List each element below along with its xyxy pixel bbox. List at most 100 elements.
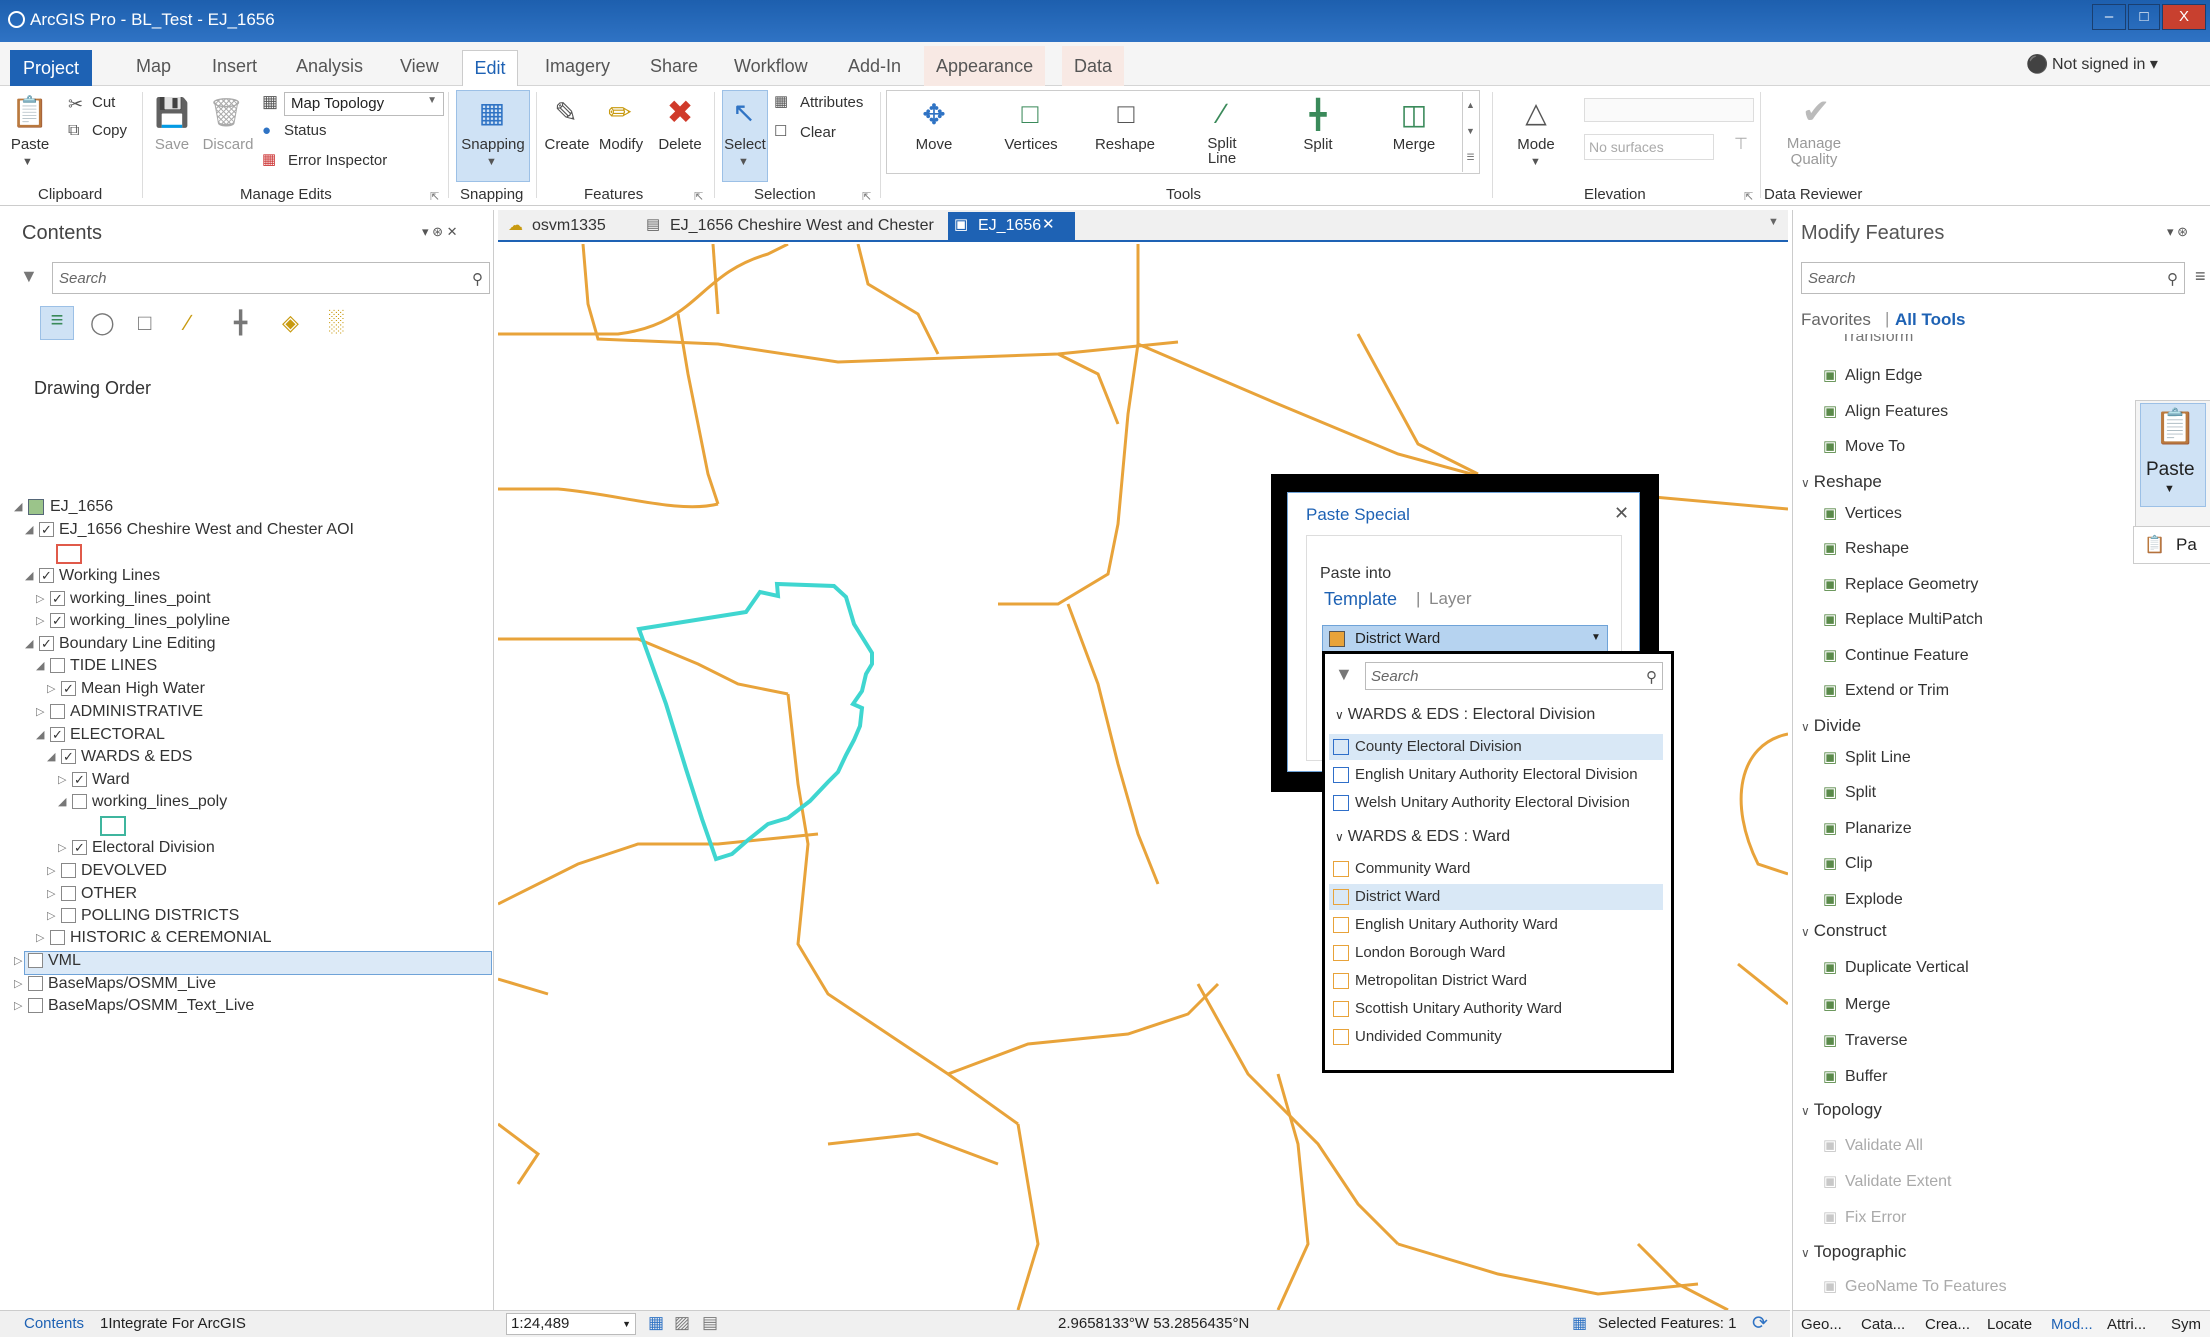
tool-item[interactable]: ▣ Align Features	[1823, 402, 1948, 421]
layer-tree-item[interactable]: ▷ DEVOLVED	[47, 862, 167, 880]
tab-create[interactable]: Crea...	[1925, 1316, 1970, 1333]
charts-view-icon[interactable]: ░	[328, 308, 344, 334]
clear-button[interactable]: Clear	[800, 124, 836, 141]
template-select[interactable]: District Ward ▼	[1322, 625, 1608, 653]
expand-down-icon[interactable]: ◢	[14, 500, 28, 513]
layer-visibility-checkbox[interactable]	[61, 863, 76, 879]
paste-menu-item[interactable]: Pa	[2176, 535, 2197, 555]
tab-locate[interactable]: Locate	[1987, 1316, 2032, 1333]
modify-button[interactable]: Modify	[596, 136, 646, 153]
template-item[interactable]: Metropolitan District Ward	[1329, 968, 1663, 994]
expand-right-icon[interactable]: ▷	[47, 864, 61, 877]
manage-quality-button[interactable]: Manage Quality	[1776, 136, 1852, 168]
layer-tab[interactable]: Layer	[1429, 589, 1472, 609]
tab-symbology[interactable]: Sym	[2171, 1316, 2201, 1333]
template-group-header[interactable]: ∨ WARDS & EDS : Ward	[1335, 828, 1510, 846]
tool-item[interactable]: ▣ Vertices	[1823, 504, 1902, 523]
template-item[interactable]: English Unitary Authority Ward	[1329, 912, 1663, 938]
expand-down-icon[interactable]: ◢	[25, 523, 39, 536]
reshape-tool[interactable]: Reshape	[1090, 136, 1160, 153]
dropdown-search-input[interactable]: Search ⚲	[1365, 662, 1663, 690]
template-item[interactable]: District Ward	[1329, 884, 1663, 910]
minimize-button[interactable]: –	[2092, 4, 2126, 30]
snapping-view-icon[interactable]: ╋	[234, 310, 247, 336]
tab-workflow[interactable]: Workflow	[734, 56, 808, 77]
tab-overflow-icon[interactable]: ▼	[1768, 216, 1779, 228]
close-button[interactable]: X	[2162, 4, 2206, 30]
tool-item[interactable]: ▣ Reshape	[1823, 539, 1909, 558]
move-tool[interactable]: Move	[904, 136, 964, 153]
selection-view-icon[interactable]: □	[138, 310, 151, 336]
layer-visibility-checkbox[interactable]: ✓	[50, 591, 65, 607]
dialog-launcher-icon[interactable]: ⇱	[694, 190, 703, 203]
tab-data[interactable]: Data	[1062, 46, 1125, 86]
pane-options-icon[interactable]: ▾ ⊛	[2167, 224, 2188, 240]
tool-item[interactable]: ▣ Duplicate Vertical	[1823, 958, 1969, 977]
layer-visibility-checkbox[interactable]: ✓	[72, 772, 87, 788]
layer-tree-item[interactable]: ▷ OTHER	[47, 885, 137, 903]
expand-right-icon[interactable]: ▷	[58, 773, 72, 786]
layer-visibility-checkbox[interactable]	[61, 886, 76, 902]
close-tab-icon[interactable]: ✕	[1042, 215, 1055, 233]
tool-group-header[interactable]: ∨ Construct	[1801, 921, 1887, 941]
scale-select[interactable]: 1:24,489 ▼	[506, 1313, 636, 1335]
layer-visibility-checkbox[interactable]: ✓	[50, 727, 65, 743]
expand-right-icon[interactable]: ▷	[14, 999, 28, 1012]
selected-features-count[interactable]: Selected Features: 1	[1598, 1315, 1736, 1332]
expand-down-icon[interactable]: ◢	[25, 569, 39, 582]
rotation-icon[interactable]: ▨	[674, 1313, 690, 1333]
tool-item[interactable]: ▣ Align Edge	[1823, 366, 1922, 385]
tab-project[interactable]: Project	[10, 50, 92, 86]
expand-right-icon[interactable]: ▷	[14, 954, 28, 967]
template-item[interactable]: County Electoral Division	[1329, 734, 1663, 760]
save-button[interactable]: Save	[154, 136, 190, 153]
vertices-tool[interactable]: Vertices	[996, 136, 1066, 153]
template-item[interactable]: Welsh Unitary Authority Electoral Divisi…	[1329, 790, 1663, 816]
expand-down-icon[interactable]: ◢	[25, 637, 39, 650]
tool-item[interactable]: ▣ Planarize	[1823, 819, 1912, 838]
tool-group-header[interactable]: ∨ Topology	[1801, 1100, 1882, 1120]
tool-group-header[interactable]: ∨ Divide	[1801, 716, 1861, 736]
gallery-scroll[interactable]: ▲ ▼ ☰	[1462, 92, 1478, 172]
mode-button[interactable]: Mode	[1508, 136, 1564, 153]
tab-insert[interactable]: Insert	[212, 56, 257, 77]
all-tools-tab[interactable]: All Tools	[1895, 310, 1966, 330]
expand-right-icon[interactable]: ▷	[36, 592, 50, 605]
tool-item[interactable]: ▣ Explode	[1823, 890, 1903, 909]
error-inspector-button[interactable]: Error Inspector	[288, 152, 387, 169]
paste-dropdown-icon[interactable]: ▼	[22, 156, 33, 168]
tab-view[interactable]: View	[400, 56, 439, 77]
split-tool[interactable]: Split	[1288, 136, 1348, 153]
favorites-tab[interactable]: Favorites	[1801, 310, 1871, 330]
filter-icon[interactable]: ▼	[1335, 664, 1353, 685]
tool-item[interactable]: ▣ Extend or Trim	[1823, 681, 1949, 700]
template-item[interactable]: Scottish Unitary Authority Ward	[1329, 996, 1663, 1022]
tab-geoprocessing[interactable]: Geo...	[1801, 1316, 1842, 1333]
tab-edit[interactable]: Edit	[462, 50, 518, 87]
filter-icon[interactable]: ▼	[20, 266, 38, 287]
dialog-close-icon[interactable]: ✕	[1614, 503, 1629, 524]
labeling-view-icon[interactable]: ◈	[282, 310, 299, 336]
layer-tree-item[interactable]: ▷ ✓ working_lines_polyline	[36, 612, 230, 630]
split-line-tool[interactable]: Split Line	[1190, 136, 1254, 166]
expand-right-icon[interactable]: ▷	[14, 977, 28, 990]
status-button[interactable]: Status	[284, 122, 327, 139]
layer-tree-item[interactable]: ▷ ✓ Mean High Water	[47, 680, 205, 698]
layer-visibility-checkbox[interactable]: ✓	[72, 840, 87, 856]
merge-tool[interactable]: Merge	[1384, 136, 1444, 153]
template-tab[interactable]: Template	[1324, 589, 1397, 610]
tool-item[interactable]: ▣ Split	[1823, 783, 1876, 802]
tool-item[interactable]: ▣ Traverse	[1823, 1031, 1908, 1050]
tool-transform-cutoff[interactable]: Transform	[1841, 334, 1913, 346]
tool-item[interactable]: ▣ Validate All	[1823, 1136, 1923, 1155]
tool-item[interactable]: ▣ Merge	[1823, 995, 1890, 1014]
expand-down-icon[interactable]: ◢	[47, 750, 61, 763]
tab-1integrate[interactable]: 1Integrate For ArcGIS	[100, 1315, 246, 1332]
tab-contents[interactable]: Contents	[24, 1315, 84, 1332]
layer-visibility-checkbox[interactable]	[28, 976, 43, 992]
layer-tree-item[interactable]: ◢ EJ_1656	[14, 498, 113, 516]
template-item[interactable]: London Borough Ward	[1329, 940, 1663, 966]
layer-tree-item[interactable]: ▷ POLLING DISTRICTS	[47, 907, 239, 925]
layer-visibility-checkbox[interactable]: ✓	[61, 749, 76, 765]
layer-tree-item[interactable]: ▷ ✓ working_lines_point	[36, 590, 211, 608]
